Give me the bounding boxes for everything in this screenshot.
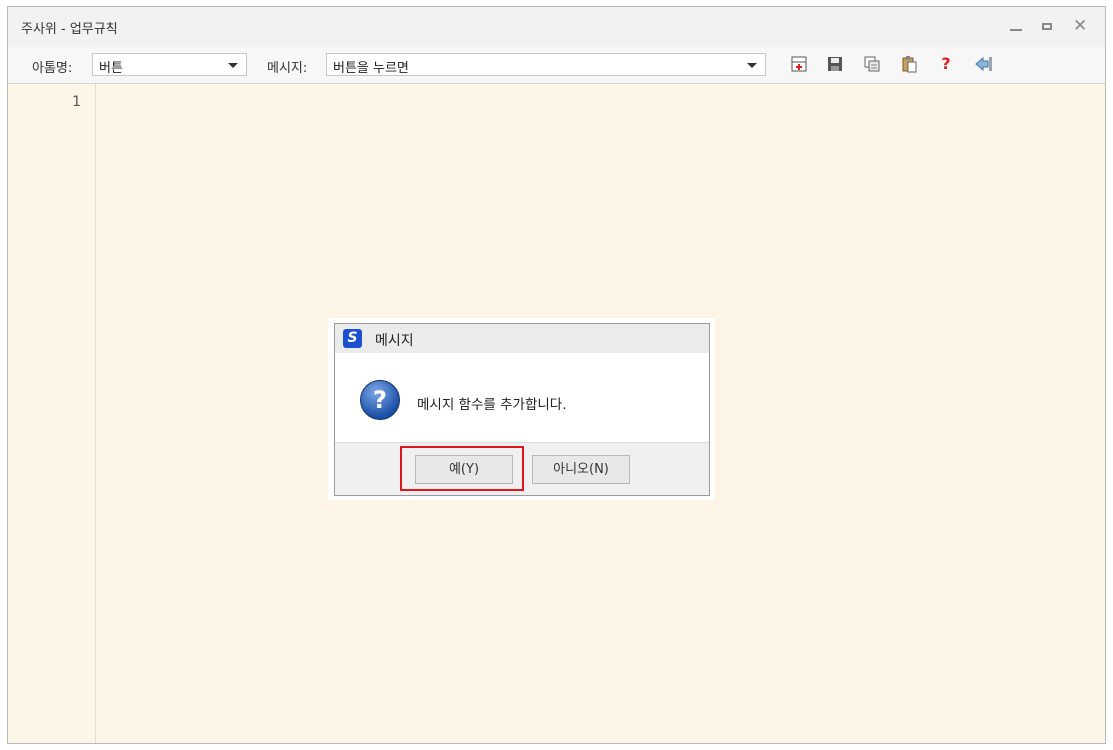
chevron-down-icon <box>747 63 757 68</box>
insert-icon[interactable] <box>790 55 808 73</box>
dialog-message: 메시지 함수를 추가합니다. <box>417 397 567 413</box>
line-number: 1 <box>72 94 81 110</box>
message-select[interactable]: 버튼을 누르면 <box>326 53 766 76</box>
app-logo-icon: S <box>343 329 362 348</box>
question-icon: ? <box>360 380 400 420</box>
window-title: 주사위 - 업무규칙 <box>21 22 118 37</box>
copy-icon[interactable] <box>863 55 881 73</box>
minimize-icon <box>1010 29 1022 31</box>
object-name-label: 아톰명: <box>32 61 73 76</box>
dialog-body: ? 메시지 함수를 추가합니다. <box>335 353 709 442</box>
save-icon[interactable] <box>826 55 844 73</box>
no-button[interactable]: 아니오(N) <box>532 455 630 484</box>
object-name-select[interactable]: 버튼 <box>92 53 247 76</box>
maximize-icon <box>1042 23 1052 30</box>
chevron-down-icon <box>228 63 238 68</box>
close-icon: ✕ <box>1073 16 1088 36</box>
dialog-title-bar[interactable]: S 메시지 <box>335 324 709 354</box>
maximize-button[interactable] <box>1034 15 1062 39</box>
title-bar[interactable]: 주사위 - 업무규칙 ✕ <box>8 7 1105 48</box>
highlight-box <box>400 446 524 491</box>
dialog-title: 메시지 <box>375 333 414 349</box>
line-number-gutter: 1 <box>8 84 96 743</box>
exit-icon[interactable] <box>974 55 992 73</box>
message-value: 버튼을 누르면 <box>333 61 409 76</box>
message-label: 메시지: <box>267 61 308 76</box>
paste-icon[interactable] <box>900 55 918 73</box>
toolbar: 아톰명: 버튼 메시지: 버튼을 누르면 ? <box>8 47 1105 84</box>
close-button[interactable]: ✕ <box>1066 15 1094 39</box>
object-name-value: 버튼 <box>99 61 123 76</box>
minimize-button[interactable] <box>1002 15 1030 39</box>
help-icon[interactable]: ? <box>937 55 955 73</box>
